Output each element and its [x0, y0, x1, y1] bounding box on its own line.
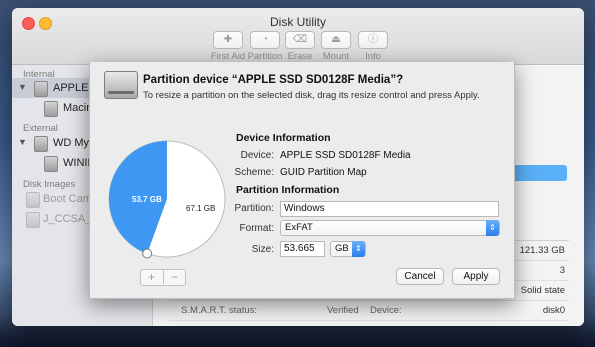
add-partition-button[interactable]: + — [141, 270, 162, 284]
device-label: Device: — [240, 150, 274, 161]
info-icon: ⓘ — [358, 31, 388, 49]
remove-partition-button[interactable]: − — [163, 270, 185, 284]
chevron-updown-icon: ⇕ — [486, 220, 499, 236]
scheme-value: GUID Partition Map — [280, 167, 367, 178]
info-value: 121.33 GB — [519, 245, 565, 256]
format-label: Format: — [239, 223, 274, 234]
info-value: Solid state — [520, 285, 565, 296]
info-value: disk0 — [542, 305, 565, 316]
cancel-button[interactable]: Cancel — [396, 268, 444, 285]
sheet-subtitle: To resize a partition on the selected di… — [143, 90, 480, 101]
table-row: S.M.A.R.T. status: Verified Device: disk… — [169, 301, 569, 321]
partition-icon: ◔ — [250, 31, 280, 49]
info-value: Verified — [327, 305, 359, 316]
erase-icon: ⌫ — [285, 31, 315, 49]
window-title: Disk Utility — [270, 15, 326, 29]
partition-name-input[interactable]: Windows — [280, 201, 499, 217]
info-value: 3 — [559, 265, 565, 276]
info-key: S.M.A.R.T. status: — [181, 305, 258, 316]
device-value: APPLE SSD SD0128F Media — [280, 150, 411, 161]
mount-icon: ⏏ — [321, 31, 351, 49]
hard-disk-icon — [104, 71, 138, 99]
size-unit-value: GB — [335, 243, 349, 254]
format-select[interactable]: ExFAT ⇕ — [280, 220, 500, 236]
size-unit-select[interactable]: GB ⇕ — [330, 241, 366, 257]
partition-sheet: Partition device “APPLE SSD SD0128F Medi… — [89, 62, 515, 299]
sheet-title: Partition device “APPLE SSD SD0128F Medi… — [143, 74, 404, 86]
sidebar-item-label: Macin — [63, 102, 93, 114]
usage-bar — [509, 165, 567, 181]
volume-icon — [44, 101, 58, 117]
title-bar: Disk Utility ✚ First Aid ◔ Partition ⌫ E… — [12, 8, 584, 65]
volume-icon — [44, 156, 58, 172]
info-label: Info — [365, 51, 381, 62]
device-info-title: Device Information — [236, 132, 331, 144]
apply-button[interactable]: Apply — [452, 268, 500, 285]
chevron-updown-icon: ⇕ — [352, 241, 365, 257]
disk-image-icon — [26, 212, 40, 228]
partition-label: Partition: — [234, 203, 274, 214]
disk-icon — [34, 81, 48, 97]
info-button[interactable]: ⓘ Info — [351, 31, 395, 62]
disclosure-triangle-icon[interactable]: ▼ — [18, 82, 27, 92]
size-label: Size: — [251, 244, 274, 255]
size-input[interactable]: 53.665 — [280, 241, 325, 257]
info-key: Device: — [370, 305, 402, 316]
stethoscope-icon: ✚ — [213, 31, 243, 49]
partition-info-title: Partition Information — [236, 184, 340, 196]
pie-slice-label: 53.7 GB — [132, 195, 162, 204]
resize-handle[interactable] — [142, 248, 153, 259]
disk-image-icon — [26, 192, 40, 208]
add-remove-partition-control: + − — [140, 269, 186, 286]
scheme-label: Scheme: — [234, 167, 274, 178]
disclosure-triangle-icon[interactable]: ▼ — [18, 137, 27, 147]
format-value: ExFAT — [285, 222, 313, 233]
disk-icon — [34, 136, 48, 152]
